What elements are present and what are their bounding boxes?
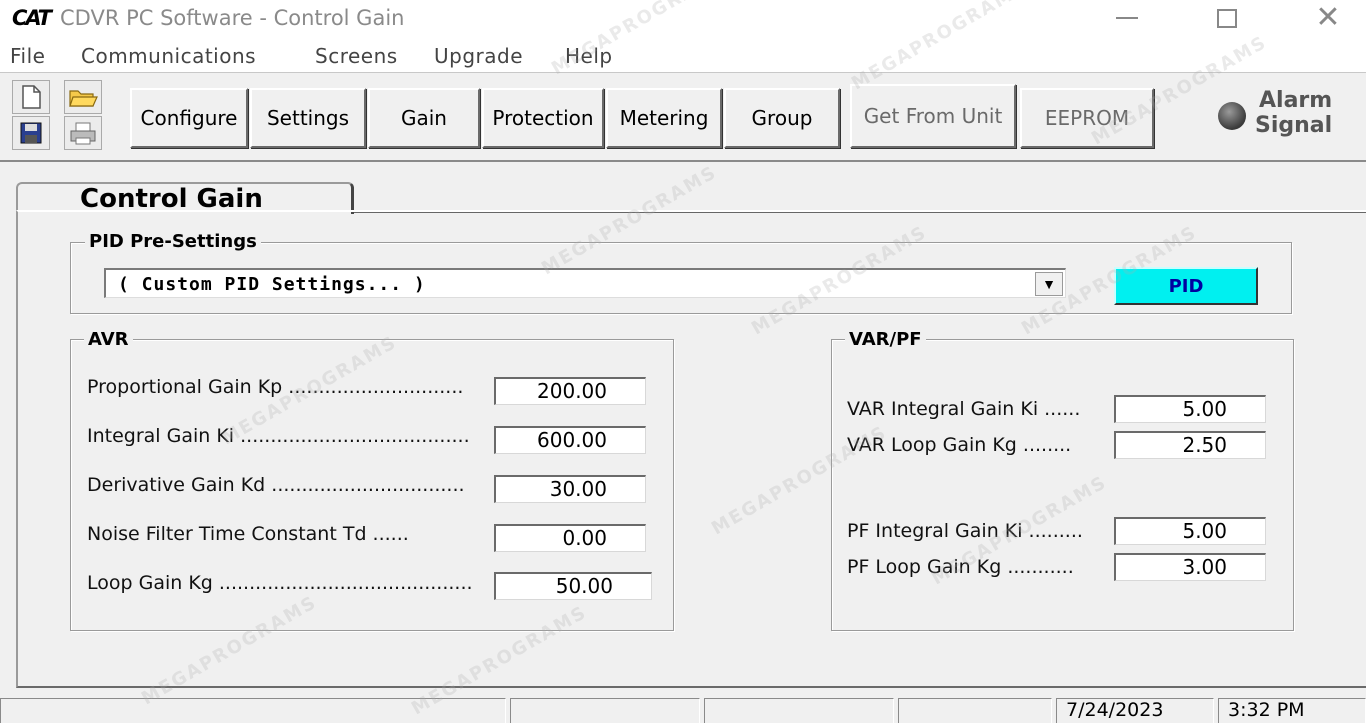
save-button[interactable] bbox=[12, 116, 50, 150]
derivative-gain-kd-input[interactable]: 30.00 bbox=[494, 475, 646, 503]
pf-loop-gain-kg-label: PF Loop Gain Kg ........... bbox=[847, 556, 1074, 578]
menu-upgrade[interactable]: Upgrade bbox=[434, 44, 523, 68]
settings-button[interactable]: Settings bbox=[250, 88, 366, 148]
print-button[interactable] bbox=[64, 116, 102, 150]
menu-file[interactable]: File bbox=[10, 44, 45, 68]
var-loop-gain-kg-label: VAR Loop Gain Kg ........ bbox=[847, 434, 1072, 456]
alarm-led-icon bbox=[1218, 102, 1246, 130]
menu-bar: File Communications Screens Upgrade Help bbox=[0, 38, 1366, 73]
maximize-icon bbox=[1217, 8, 1237, 28]
status-cell-2 bbox=[510, 698, 700, 723]
window-title: CDVR PC Software - Control Gain bbox=[60, 6, 405, 30]
pid-presettings-label: PID Pre-Settings bbox=[85, 231, 261, 252]
varpf-group bbox=[831, 339, 1294, 631]
pid-button[interactable]: PID bbox=[1114, 267, 1258, 305]
minimize-icon bbox=[1116, 17, 1138, 19]
proportional-gain-kp-input[interactable]: 200.00 bbox=[494, 377, 646, 405]
title-bar: CAT CDVR PC Software - Control Gain ✕ bbox=[0, 0, 1366, 38]
dropdown-arrow-icon[interactable]: ▼ bbox=[1035, 272, 1063, 296]
minimize-button[interactable] bbox=[1097, 0, 1157, 36]
toolbar: Configure Settings Gain Protection Meter… bbox=[0, 74, 1366, 162]
var-integral-gain-ki-input[interactable]: 5.00 bbox=[1114, 395, 1266, 423]
menu-help[interactable]: Help bbox=[565, 44, 613, 68]
varpf-label: VAR/PF bbox=[845, 329, 926, 350]
new-file-icon bbox=[22, 85, 41, 109]
pf-integral-gain-ki-label: PF Integral Gain Ki ......... bbox=[847, 520, 1083, 542]
noise-filter-td-label: Noise Filter Time Constant Td ...... bbox=[87, 523, 409, 545]
pf-loop-gain-kg-input[interactable]: 3.00 bbox=[1114, 553, 1266, 581]
open-folder-icon bbox=[69, 90, 98, 107]
status-cell-3 bbox=[704, 698, 894, 723]
get-from-unit-button[interactable]: Get From Unit bbox=[850, 84, 1016, 148]
open-folder-button[interactable] bbox=[64, 80, 102, 114]
avr-label: AVR bbox=[84, 329, 133, 350]
eeprom-button[interactable]: EEPROM bbox=[1020, 88, 1154, 148]
alarm-label-line1: Alarm bbox=[1259, 88, 1333, 113]
alarm-signal-label: Alarm Signal bbox=[1255, 88, 1332, 138]
status-date: 7/24/2023 bbox=[1066, 699, 1164, 721]
var-integral-gain-ki-label: VAR Integral Gain Ki ...... bbox=[847, 398, 1081, 420]
pid-presettings-selected: ( Custom PID Settings... ) bbox=[118, 274, 426, 295]
save-icon bbox=[20, 122, 42, 144]
menu-communications[interactable]: Communications bbox=[81, 44, 256, 68]
new-file-button[interactable] bbox=[12, 80, 50, 114]
integral-gain-ki-label: Integral Gain Ki .......................… bbox=[87, 425, 470, 447]
var-loop-gain-kg-input[interactable]: 2.50 bbox=[1114, 431, 1266, 459]
pf-integral-gain-ki-input[interactable]: 5.00 bbox=[1114, 517, 1266, 545]
status-bar: 7/24/2023 3:32 PM bbox=[0, 695, 1366, 723]
status-cell-1 bbox=[0, 698, 506, 723]
status-cell-4 bbox=[898, 698, 1052, 723]
metering-button[interactable]: Metering bbox=[606, 88, 722, 148]
print-icon bbox=[70, 122, 96, 145]
menu-screens[interactable]: Screens bbox=[315, 44, 398, 68]
cat-logo: CAT bbox=[12, 6, 52, 30]
derivative-gain-kd-label: Derivative Gain Kd .....................… bbox=[87, 474, 465, 496]
alarm-label-line2: Signal bbox=[1255, 113, 1333, 138]
close-icon: ✕ bbox=[1315, 0, 1341, 35]
integral-gain-ki-input[interactable]: 600.00 bbox=[494, 426, 646, 454]
loop-gain-kg-label: Loop Gain Kg ...........................… bbox=[87, 572, 473, 594]
noise-filter-td-input[interactable]: 0.00 bbox=[494, 524, 646, 552]
status-time: 3:32 PM bbox=[1228, 699, 1305, 721]
configure-button[interactable]: Configure bbox=[130, 88, 248, 148]
pid-presettings-select[interactable]: ( Custom PID Settings... ) ▼ bbox=[104, 268, 1066, 298]
protection-button[interactable]: Protection bbox=[482, 88, 604, 148]
loop-gain-kg-input[interactable]: 50.00 bbox=[494, 572, 652, 600]
gain-button[interactable]: Gain bbox=[368, 88, 480, 148]
proportional-gain-kp-label: Proportional Gain Kp ...................… bbox=[87, 376, 464, 398]
maximize-button[interactable] bbox=[1197, 0, 1257, 36]
group-button[interactable]: Group bbox=[724, 88, 840, 148]
close-button[interactable]: ✕ bbox=[1298, 0, 1358, 36]
